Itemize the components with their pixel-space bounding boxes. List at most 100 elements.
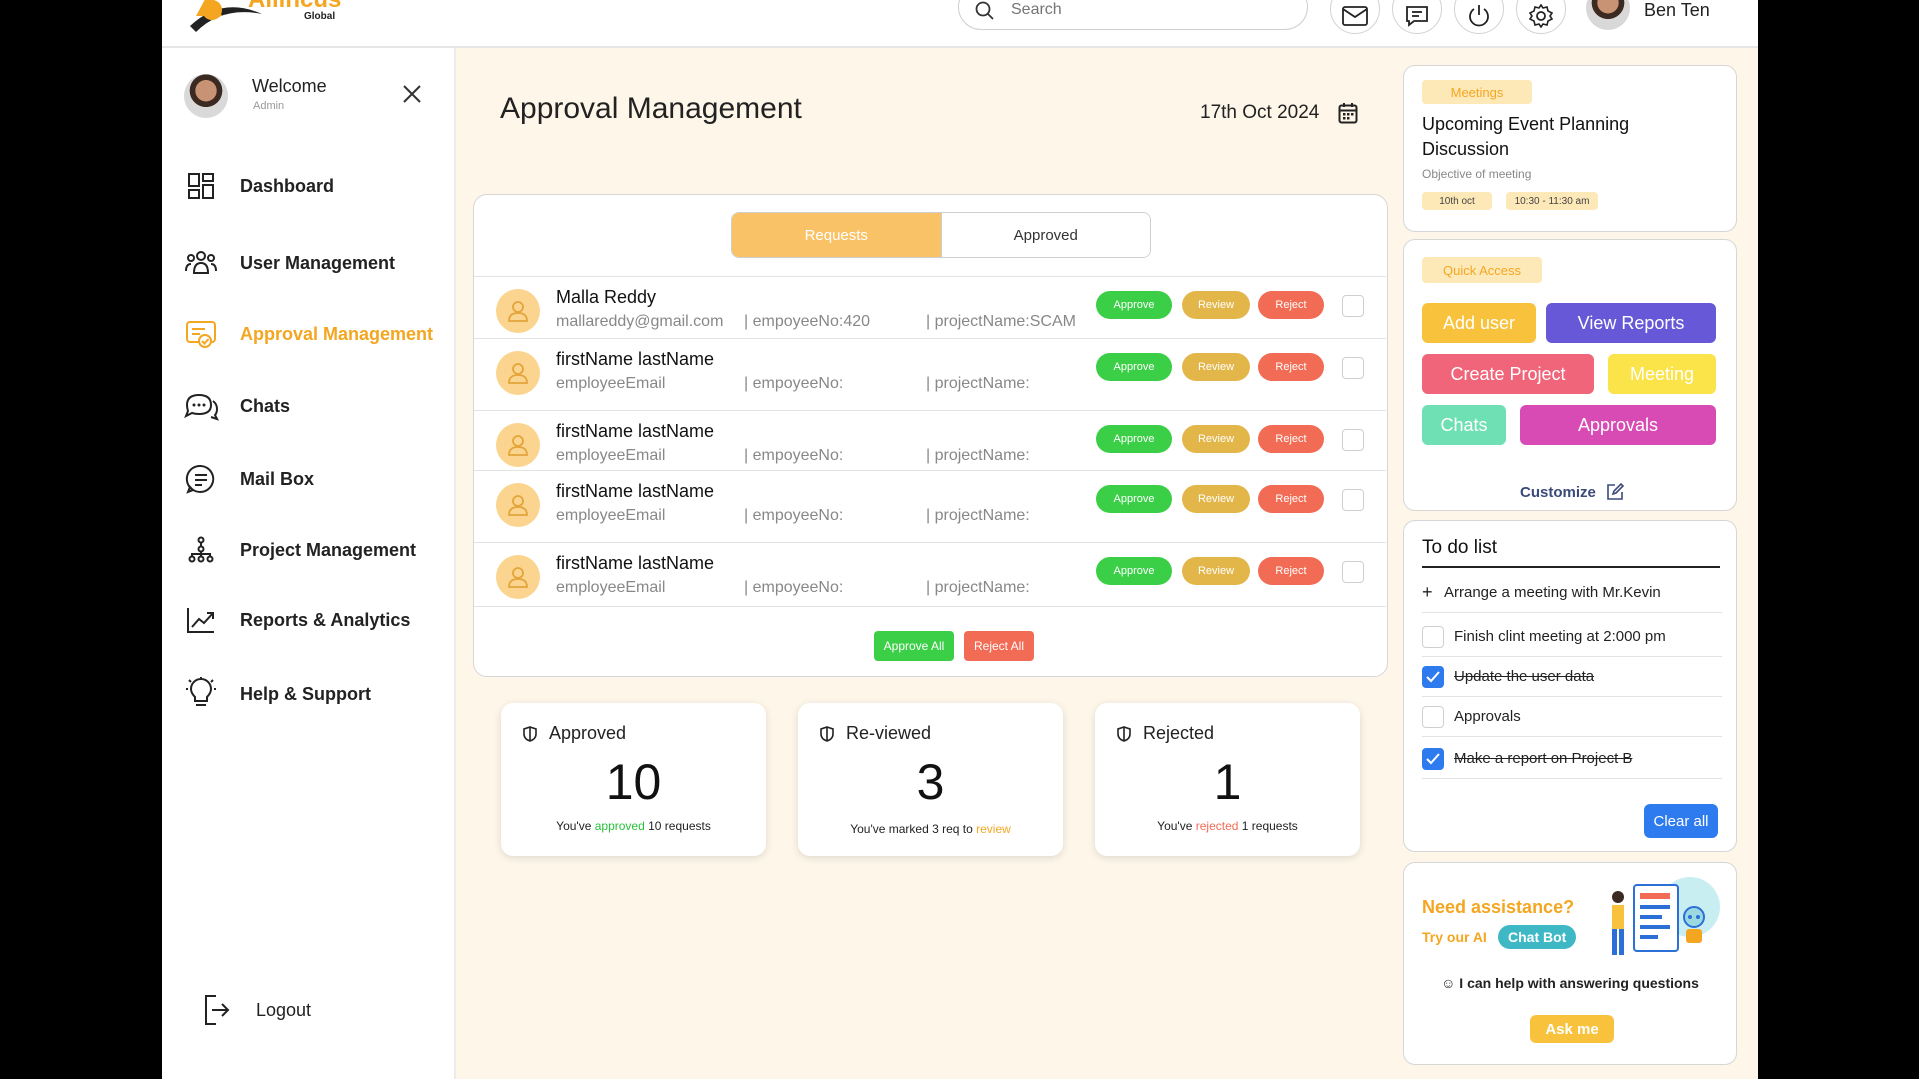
sidebar-item-project-management[interactable]: Project Management xyxy=(182,530,452,570)
request-email: employeeEmail xyxy=(556,579,666,596)
approve-all-button[interactable]: Approve All xyxy=(874,631,954,661)
todo-checkbox[interactable] xyxy=(1422,665,1444,688)
meeting-date: 10th oct xyxy=(1422,192,1492,210)
logo-subtext: Global xyxy=(304,11,336,22)
todo-title: To do list xyxy=(1422,537,1497,558)
users-icon xyxy=(182,244,220,282)
mail-button[interactable] xyxy=(1330,0,1380,34)
reject-button[interactable]: Reject xyxy=(1258,291,1324,319)
sidebar-item-approval-management[interactable]: Approval Management xyxy=(182,314,452,354)
todo-item: Update the user data xyxy=(1422,657,1722,697)
reject-all-button[interactable]: Reject All xyxy=(964,631,1034,661)
todo-text: Finish clint meeting at 2:000 pm xyxy=(1454,628,1666,645)
shield-icon xyxy=(523,725,537,742)
clear-all-button[interactable]: Clear all xyxy=(1644,804,1718,838)
tab-requests[interactable]: Requests xyxy=(732,213,941,257)
todo-checkbox[interactable] xyxy=(1422,747,1444,770)
review-button[interactable]: Review xyxy=(1182,485,1250,513)
messages-button[interactable] xyxy=(1392,0,1442,34)
meeting-card[interactable]: Meetings Upcoming Event Planning Discuss… xyxy=(1403,65,1737,232)
shield-icon xyxy=(820,725,834,742)
todo-text: Approvals xyxy=(1454,708,1521,725)
sidebar-item-help-support[interactable]: Help & Support xyxy=(182,674,452,714)
project-icon xyxy=(182,531,220,569)
role-label: Admin xyxy=(253,100,285,112)
approve-button[interactable]: Approve xyxy=(1096,425,1172,453)
approve-button[interactable]: Approve xyxy=(1096,291,1172,319)
reject-button[interactable]: Reject xyxy=(1258,557,1324,585)
logout-icon xyxy=(198,991,236,1029)
help-icon xyxy=(182,675,220,713)
row-checkbox[interactable] xyxy=(1342,561,1364,583)
requests-panel: Requests Approved Malla Reddy mallareddy… xyxy=(473,194,1388,677)
chats-button[interactable]: Chats xyxy=(1422,405,1506,445)
sidebar-item-user-management[interactable]: User Management xyxy=(182,243,452,283)
row-checkbox[interactable] xyxy=(1342,489,1364,511)
review-button[interactable]: Review xyxy=(1182,557,1250,585)
table-row: firstName lastName employeeEmail | empoy… xyxy=(474,338,1386,400)
row-checkbox[interactable] xyxy=(1342,429,1364,451)
search-box[interactable] xyxy=(958,0,1308,30)
close-icon[interactable] xyxy=(402,84,422,104)
tab-approved[interactable]: Approved xyxy=(940,213,1150,257)
stat-card-approved: Approved 10 You've approved 10 requests xyxy=(501,703,766,856)
todo-divider xyxy=(1422,566,1720,568)
approve-button[interactable]: Approve xyxy=(1096,557,1172,585)
stat-card-reviewed: Re-viewed 3 You've marked 3 req to revie… xyxy=(798,703,1063,856)
user-name[interactable]: Ben Ten xyxy=(1644,0,1710,21)
top-header: Allincus Global Ben Ten xyxy=(162,0,1758,48)
power-button[interactable] xyxy=(1454,0,1504,34)
avatar xyxy=(184,74,228,118)
todo-checkbox[interactable] xyxy=(1422,625,1444,648)
ask-me-button[interactable]: Ask me xyxy=(1530,1015,1614,1043)
gear-icon xyxy=(1529,4,1553,28)
todo-item: Make a report on Project B xyxy=(1422,739,1722,779)
chatbot-badge[interactable]: Chat Bot xyxy=(1498,925,1577,949)
review-button[interactable]: Review xyxy=(1182,291,1250,319)
sidebar: Welcome Admin Dashboard User Management … xyxy=(162,48,456,1079)
sidebar-item-chats[interactable]: Chats xyxy=(182,386,452,426)
create-project-button[interactable]: Create Project xyxy=(1422,354,1594,394)
review-button[interactable]: Review xyxy=(1182,353,1250,381)
mail-icon xyxy=(1342,6,1368,26)
sidebar-item-dashboard[interactable]: Dashboard xyxy=(182,166,452,206)
calendar-icon[interactable] xyxy=(1338,102,1358,124)
logout-button[interactable]: Logout xyxy=(198,990,468,1030)
message-icon xyxy=(1406,6,1428,27)
stat-caption: You've rejected 1 requests xyxy=(1157,819,1298,833)
sidebar-item-reports-analytics[interactable]: Reports & Analytics xyxy=(182,600,452,640)
search-input[interactable] xyxy=(1011,1,1271,19)
meeting-button[interactable]: Meeting xyxy=(1608,354,1716,394)
stat-caption: You've approved 10 requests xyxy=(556,819,711,833)
analytics-icon xyxy=(182,601,220,639)
customize-button[interactable]: Customize xyxy=(1520,483,1624,501)
reject-button[interactable]: Reject xyxy=(1258,353,1324,381)
approvals-button[interactable]: Approvals xyxy=(1520,405,1716,445)
sidebar-item-label: Chats xyxy=(240,395,291,416)
add-user-button[interactable]: Add user xyxy=(1422,303,1536,343)
todo-item: Approvals xyxy=(1422,697,1722,737)
row-checkbox[interactable] xyxy=(1342,295,1364,317)
request-name: firstName lastName xyxy=(556,553,715,573)
approve-button[interactable]: Approve xyxy=(1096,485,1172,513)
approve-button[interactable]: Approve xyxy=(1096,353,1172,381)
table-row: firstName lastName employeeEmail | empoy… xyxy=(474,470,1386,532)
reject-button[interactable]: Reject xyxy=(1258,485,1324,513)
assist-heading: Need assistance? xyxy=(1422,897,1575,917)
page-title: Approval Management xyxy=(500,92,802,125)
todo-add-item[interactable]: + Arrange a meeting with Mr.Kevin xyxy=(1422,573,1722,613)
request-project: | projectName: xyxy=(926,507,1030,524)
row-checkbox[interactable] xyxy=(1342,357,1364,379)
sidebar-item-mail-box[interactable]: Mail Box xyxy=(182,459,452,499)
user-avatar[interactable] xyxy=(1586,0,1630,30)
request-name: firstName lastName xyxy=(556,421,715,441)
todo-checkbox[interactable] xyxy=(1422,705,1444,728)
stat-caption: You've marked 3 req to review xyxy=(850,822,1011,836)
request-name: firstName lastName xyxy=(556,481,715,501)
stat-card-rejected: Rejected 1 You've rejected 1 requests xyxy=(1095,703,1360,856)
reject-button[interactable]: Reject xyxy=(1258,425,1324,453)
view-reports-button[interactable]: View Reports xyxy=(1546,303,1716,343)
settings-button[interactable] xyxy=(1516,0,1566,34)
todo-text: Make a report on Project B xyxy=(1454,750,1633,767)
review-button[interactable]: Review xyxy=(1182,425,1250,453)
